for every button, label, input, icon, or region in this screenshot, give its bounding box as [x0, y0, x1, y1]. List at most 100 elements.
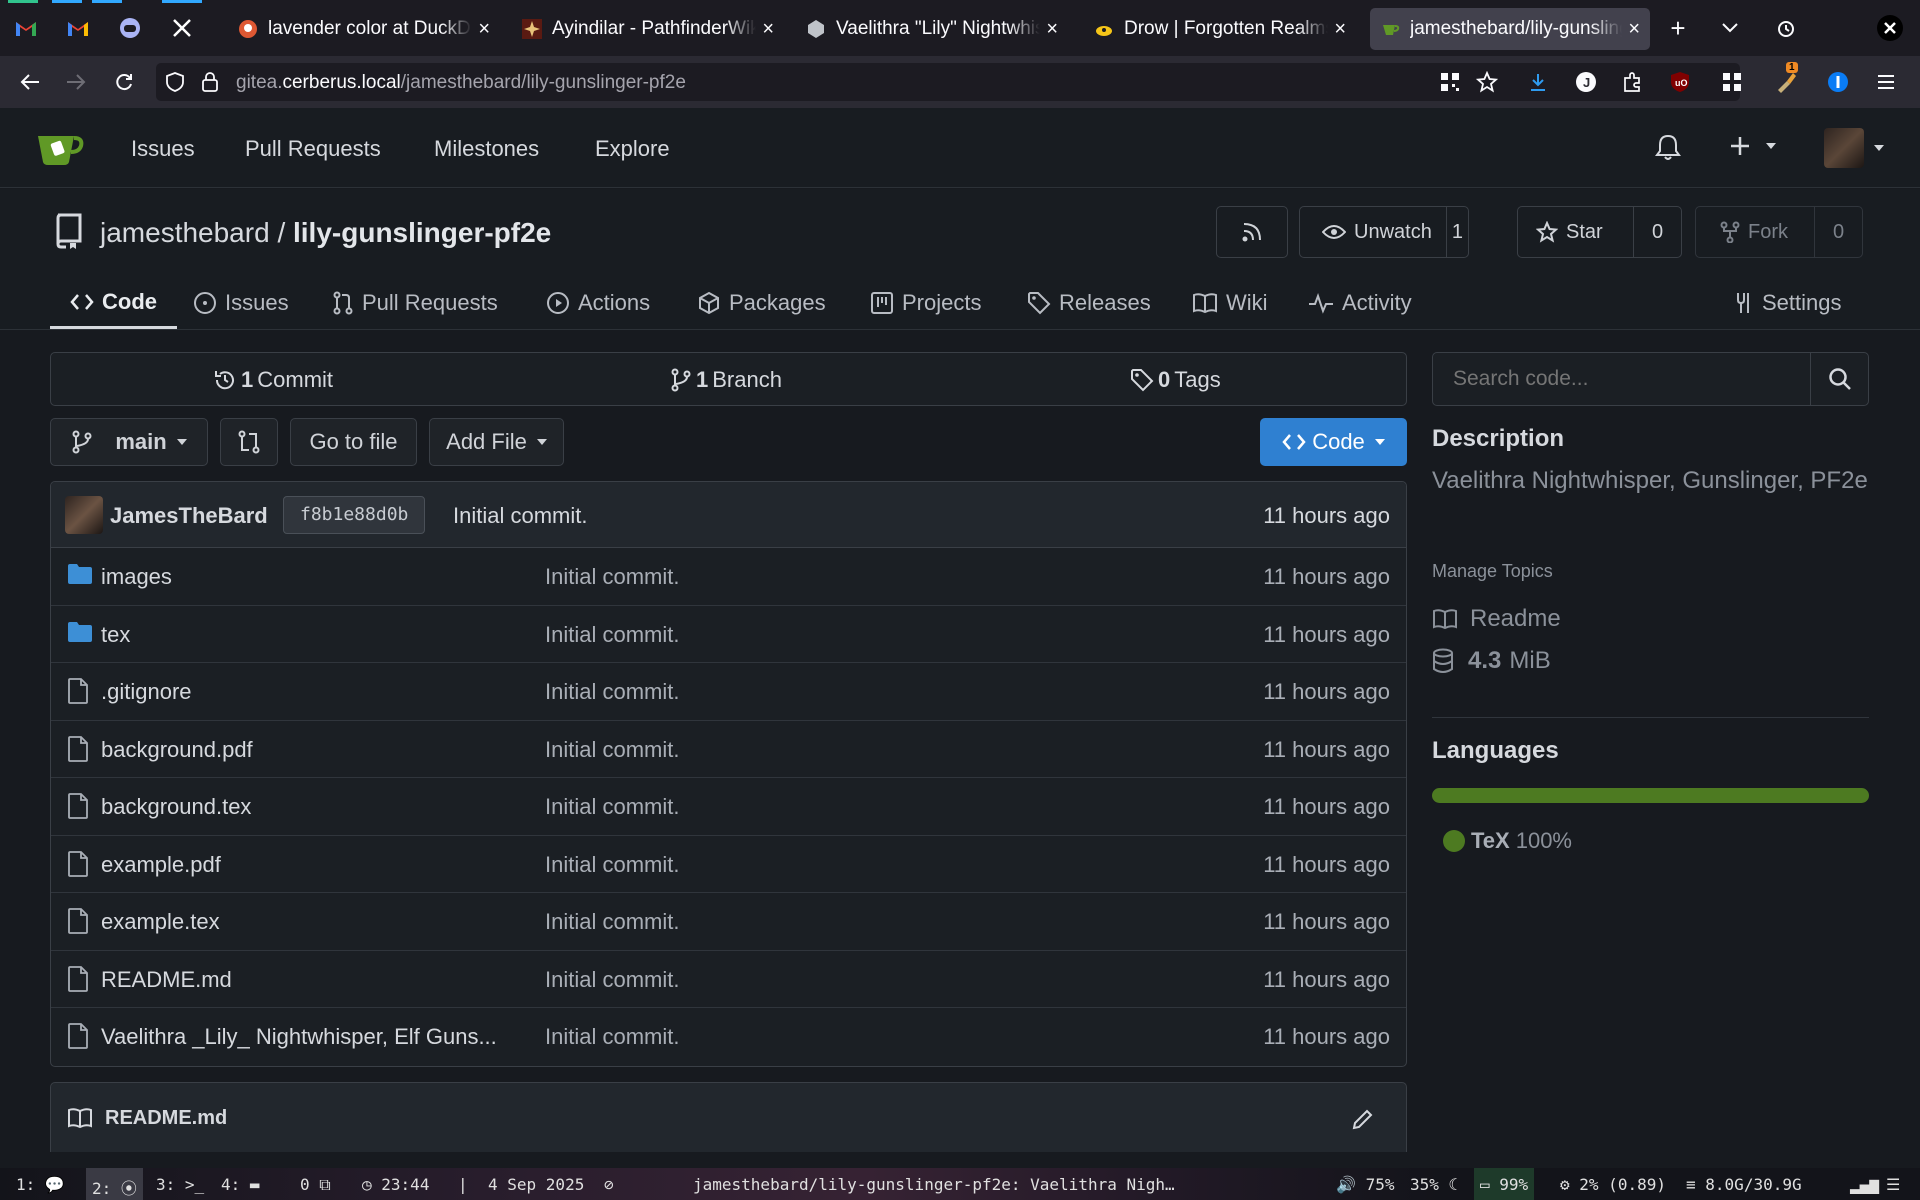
tab-vaelithra[interactable]: Vaelithra "Lily" Nightwhisper ×	[796, 8, 1068, 50]
file-commit-message[interactable]: Initial commit.	[545, 564, 679, 590]
manage-topics-link[interactable]: Manage Topics	[1432, 561, 1553, 582]
create-new-icon[interactable]	[1728, 134, 1776, 158]
unwatch-button[interactable]: Unwatch 1	[1299, 206, 1469, 258]
apps-grid-icon[interactable]	[1714, 64, 1750, 100]
ublock-origin-icon[interactable]: uO	[1662, 64, 1698, 100]
notifications-bell-icon[interactable]	[1655, 133, 1681, 161]
file-name-link[interactable]: tex	[101, 622, 130, 648]
qr-code-icon[interactable]	[1440, 72, 1460, 92]
tab-duckduckgo[interactable]: lavender color at DuckDuckGo ×	[228, 8, 500, 50]
close-tab-icon[interactable]: ×	[1334, 18, 1346, 41]
edit-pencil-icon[interactable]	[1351, 1107, 1375, 1131]
file-commit-message[interactable]: Initial commit.	[545, 737, 679, 763]
nav-explore[interactable]: Explore	[595, 136, 670, 162]
fork-count[interactable]: 0	[1814, 207, 1862, 257]
tab-wiki[interactable]: Wiki	[1192, 277, 1268, 329]
gmail-icon[interactable]	[64, 14, 92, 42]
tray-icon[interactable]: ☰	[1886, 1175, 1900, 1194]
file-commit-message[interactable]: Initial commit.	[545, 679, 679, 705]
tab-issues[interactable]: Issues	[193, 277, 289, 329]
tab-code[interactable]: Code	[50, 277, 177, 329]
file-name-link[interactable]: background.pdf	[101, 737, 253, 763]
file-name-link[interactable]: .gitignore	[101, 679, 192, 705]
file-commit-message[interactable]: Initial commit.	[545, 622, 679, 648]
close-window-icon[interactable]	[1872, 10, 1908, 46]
tab-pull-requests[interactable]: Pull Requests	[332, 277, 498, 329]
close-tab-icon[interactable]: ×	[1628, 18, 1640, 41]
language-bar-tex[interactable]	[1432, 788, 1869, 803]
rss-feed-button[interactable]	[1216, 206, 1288, 258]
discord-icon[interactable]	[116, 14, 144, 42]
tab-projects[interactable]: Projects	[870, 277, 981, 329]
file-commit-message[interactable]: Initial commit.	[545, 967, 679, 993]
fork-button[interactable]: Fork 0	[1695, 206, 1863, 258]
file-commit-message[interactable]: Initial commit.	[545, 1024, 679, 1050]
workspace-1[interactable]: 1: 💬	[16, 1175, 65, 1194]
workspace-2[interactable]: 2: ⦿	[86, 1168, 143, 1200]
repo-name-link[interactable]: lily-gunslinger-pf2e	[293, 217, 551, 248]
file-commit-message[interactable]: Initial commit.	[545, 852, 679, 878]
nav-pull-requests[interactable]: Pull Requests	[245, 136, 381, 162]
avatar[interactable]	[65, 496, 103, 534]
search-icon[interactable]	[1828, 367, 1852, 391]
back-icon[interactable]	[12, 64, 48, 100]
star-button[interactable]: Star 0	[1517, 206, 1682, 258]
alarm-icon[interactable]	[1768, 10, 1804, 46]
tab-actions[interactable]: Actions	[546, 277, 650, 329]
branches-link[interactable]: 1 Branch	[670, 367, 782, 393]
network-signal-icon[interactable]: ▂▄▆	[1850, 1175, 1879, 1194]
clone-code-button[interactable]: Code	[1260, 418, 1407, 466]
downloads-icon[interactable]	[1520, 64, 1556, 100]
tags-link[interactable]: 0 Tags	[1130, 367, 1221, 393]
extension-j-icon[interactable]: J	[1568, 64, 1604, 100]
brightness[interactable]: 35% ☾	[1410, 1175, 1458, 1194]
shield-icon[interactable]	[166, 72, 184, 92]
close-tab-icon[interactable]: ×	[1046, 18, 1058, 41]
url-bar[interactable]: gitea.cerberus.local/jamesthebard/lily-g…	[156, 63, 1740, 101]
go-to-file-button[interactable]: Go to file	[290, 418, 417, 466]
tab-settings[interactable]: Settings	[1732, 277, 1842, 329]
commits-link[interactable]: 1 Commit	[213, 367, 333, 393]
watch-count[interactable]: 1	[1445, 207, 1468, 257]
close-tab-icon[interactable]: ×	[762, 18, 774, 41]
commit-sha[interactable]: f8b1e88d0b	[283, 496, 426, 534]
file-name-link[interactable]: background.tex	[101, 794, 251, 820]
tab-activity[interactable]: Activity	[1308, 277, 1412, 329]
x-icon[interactable]	[168, 14, 196, 42]
commit-author[interactable]: JamesTheBard	[110, 503, 268, 529]
gmail-icon[interactable]	[12, 14, 40, 42]
workspace-4[interactable]: 4: ▬	[221, 1175, 260, 1194]
branch-selector[interactable]: main	[50, 418, 208, 466]
password-manager-icon[interactable]	[1820, 64, 1856, 100]
list-all-tabs-icon[interactable]	[1712, 10, 1748, 46]
file-name-link[interactable]: README.md	[101, 967, 232, 993]
add-file-button[interactable]: Add File	[429, 418, 564, 466]
search-input[interactable]	[1433, 353, 1811, 405]
language-entry-tex[interactable]: TeX 100%	[1443, 828, 1572, 854]
eye-off-icon[interactable]: ⊘	[604, 1175, 614, 1194]
hamburger-menu-icon[interactable]	[1868, 64, 1904, 100]
new-tab-icon[interactable]: +	[1660, 10, 1696, 46]
close-tab-icon[interactable]: ×	[478, 18, 490, 41]
file-name-link[interactable]: images	[101, 564, 172, 590]
commit-message[interactable]: Initial commit.	[453, 503, 587, 529]
file-commit-message[interactable]: Initial commit.	[545, 909, 679, 935]
extension-brush-icon[interactable]: 1	[1768, 62, 1804, 100]
nav-milestones[interactable]: Milestones	[434, 136, 539, 162]
tab-forgotten-realms[interactable]: Drow | Forgotten Realms Wiki ×	[1084, 8, 1356, 50]
gitea-logo-icon[interactable]	[34, 130, 84, 166]
file-name-link[interactable]: example.tex	[101, 909, 220, 935]
volume[interactable]: 🔊 75%	[1336, 1175, 1394, 1194]
readme-link[interactable]: Readme	[1432, 605, 1561, 633]
extensions-puzzle-icon[interactable]	[1614, 64, 1650, 100]
nav-issues[interactable]: Issues	[131, 136, 195, 162]
star-count[interactable]: 0	[1633, 207, 1681, 257]
tab-packages[interactable]: Packages	[697, 277, 826, 329]
compare-button[interactable]	[220, 418, 278, 466]
file-commit-message[interactable]: Initial commit.	[545, 794, 679, 820]
lock-icon[interactable]	[202, 72, 218, 92]
repo-owner-link[interactable]: jamesthebard	[100, 217, 270, 248]
file-name-link[interactable]: example.pdf	[101, 852, 221, 878]
forward-icon[interactable]	[58, 64, 94, 100]
reload-icon[interactable]	[106, 64, 142, 100]
